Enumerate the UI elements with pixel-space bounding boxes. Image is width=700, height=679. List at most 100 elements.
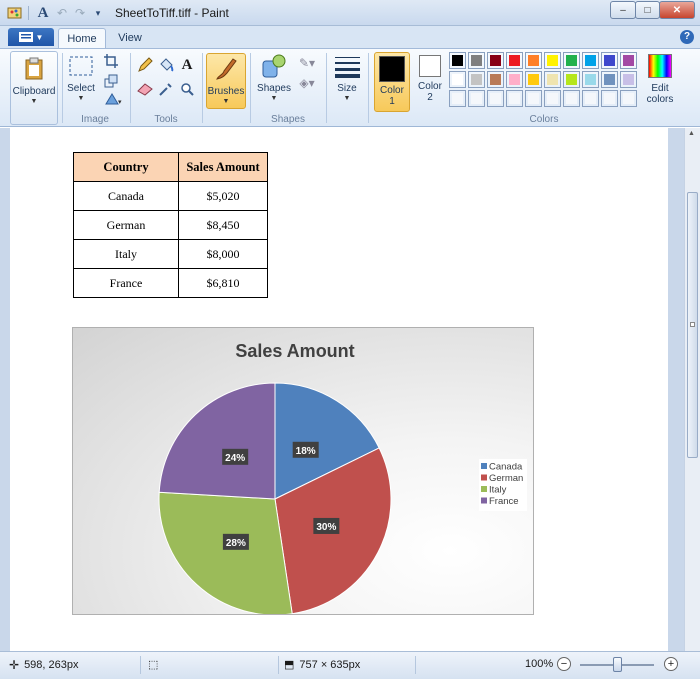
palette-swatch-empty[interactable] xyxy=(506,90,523,107)
chevron-down-icon: ▼ xyxy=(270,95,278,102)
pie-chart-svg: Sales Amount 18% 30% 28% 24% CanadaGermanIt… xyxy=(158,341,527,616)
fill-bucket-icon[interactable] xyxy=(157,57,175,73)
customize-quick-access-icon[interactable]: ▾ xyxy=(92,4,104,22)
palette-swatch[interactable] xyxy=(468,52,485,69)
palette-swatch[interactable] xyxy=(506,52,523,69)
palette-swatch-empty[interactable] xyxy=(449,90,466,107)
color-picker-icon[interactable] xyxy=(157,81,175,97)
clipboard-button[interactable]: Clipboard ▼ xyxy=(10,51,58,125)
outline-icon[interactable]: ✎▾ xyxy=(296,55,318,71)
palette-swatch-empty[interactable] xyxy=(563,90,580,107)
fill-icon[interactable]: ◈▾ xyxy=(296,75,318,91)
selection-size-icon: ⬚ xyxy=(148,659,159,671)
color1-label: Color xyxy=(380,85,404,96)
palette-swatch[interactable] xyxy=(525,71,542,88)
crop-icon[interactable] xyxy=(102,53,120,69)
pie-data-label: 18% xyxy=(292,441,319,458)
chart-title: Sales Amount xyxy=(235,341,354,361)
brushes-button[interactable]: Brushes ▼ xyxy=(206,53,246,109)
close-button[interactable]: ✕ xyxy=(659,1,695,19)
pie-data-label-text: 24% xyxy=(225,453,245,464)
scroll-up-icon[interactable]: ▲ xyxy=(688,130,695,137)
cursor-position-icon: ✛ xyxy=(9,658,20,672)
pie-slice-france xyxy=(158,382,276,500)
color2-swatch xyxy=(419,55,441,77)
eraser-icon[interactable] xyxy=(136,81,154,97)
palette-swatch[interactable] xyxy=(449,52,466,69)
brush-icon xyxy=(213,56,239,82)
shapes-icon xyxy=(261,53,287,79)
palette-swatch[interactable] xyxy=(601,71,618,88)
palette-swatch[interactable] xyxy=(563,71,580,88)
sales-table: Country Sales Amount Canada $5,020 German… xyxy=(73,152,268,298)
redo-icon[interactable]: ↷ xyxy=(72,4,88,22)
magnifier-icon[interactable] xyxy=(178,81,196,97)
pencil-icon[interactable] xyxy=(136,57,154,73)
palette-swatch[interactable] xyxy=(544,71,561,88)
palette-swatch[interactable] xyxy=(525,52,542,69)
legend-swatch xyxy=(481,497,487,504)
palette-swatch-empty[interactable] xyxy=(468,90,485,107)
pie-data-label: 28% xyxy=(222,533,249,550)
status-divider xyxy=(140,656,141,674)
undo-icon[interactable]: ↶ xyxy=(54,4,70,22)
palette-swatch[interactable] xyxy=(506,71,523,88)
tab-view[interactable]: View xyxy=(110,28,150,48)
shapes-button[interactable]: Shapes ▼ xyxy=(254,53,294,102)
palette-swatch-empty[interactable] xyxy=(487,90,504,107)
palette-swatch[interactable] xyxy=(563,52,580,69)
vertical-scrollbar[interactable]: ▲ xyxy=(684,128,700,651)
rotate-icon[interactable]: ▾ xyxy=(102,91,126,107)
ribbon-tab-bar: ▼ Home View ? xyxy=(0,26,700,48)
palette-swatch[interactable] xyxy=(544,52,561,69)
table-cell: $8,000 xyxy=(178,239,268,269)
menu-icon xyxy=(18,32,33,42)
quick-access-divider xyxy=(28,6,29,20)
cursor-position-value: 598, 263px xyxy=(24,659,79,671)
group-divider xyxy=(368,53,369,123)
paint-menu-button[interactable]: ▼ xyxy=(8,28,54,46)
pie-data-label: 30% xyxy=(313,517,340,534)
line-size-icon xyxy=(334,53,360,79)
palette-swatch-empty[interactable] xyxy=(620,90,637,107)
select-button[interactable]: Select ▼ xyxy=(64,53,98,102)
palette-swatch-empty[interactable] xyxy=(601,90,618,107)
palette-swatch[interactable] xyxy=(449,71,466,88)
select-icon xyxy=(68,53,94,79)
color2-button[interactable]: Color 2 xyxy=(414,55,446,103)
pie-data-label-text: 30% xyxy=(316,522,336,533)
status-divider xyxy=(415,656,416,674)
palette-swatch-empty[interactable] xyxy=(582,90,599,107)
cursor-position: ✛ 598, 263px xyxy=(9,658,79,672)
svg-text:▾: ▾ xyxy=(118,99,122,106)
palette-swatch[interactable] xyxy=(487,52,504,69)
legend-label: Canada xyxy=(489,462,523,473)
brushes-label: Brushes xyxy=(207,86,245,97)
text-a-icon[interactable]: A xyxy=(36,4,50,22)
maximize-button[interactable]: □ xyxy=(635,1,660,19)
chevron-down-icon: ▼ xyxy=(77,95,85,102)
palette-swatch[interactable] xyxy=(601,52,618,69)
palette-swatch[interactable] xyxy=(487,71,504,88)
palette-swatch-empty[interactable] xyxy=(525,90,542,107)
resize-icon[interactable] xyxy=(102,73,120,89)
minimize-button[interactable]: – xyxy=(610,1,636,19)
edit-colors-button[interactable]: Edit colors xyxy=(642,53,678,105)
color1-button[interactable]: Color 1 xyxy=(374,52,410,112)
palette-swatch[interactable] xyxy=(582,52,599,69)
legend-label: Italy xyxy=(489,485,507,496)
zoom-out-icon[interactable]: − xyxy=(557,657,571,671)
zoom-in-icon[interactable]: + xyxy=(664,657,678,671)
palette-swatch-empty[interactable] xyxy=(544,90,561,107)
palette-swatch[interactable] xyxy=(582,71,599,88)
palette-swatch[interactable] xyxy=(620,71,637,88)
resize-handle-right[interactable] xyxy=(690,322,695,327)
palette-swatch[interactable] xyxy=(620,52,637,69)
paint-app-icon[interactable] xyxy=(6,4,24,22)
tab-home[interactable]: Home xyxy=(58,28,106,48)
text-tool-icon[interactable]: A xyxy=(178,57,196,73)
size-button[interactable]: Size ▼ xyxy=(330,53,364,102)
palette-swatch[interactable] xyxy=(468,71,485,88)
help-icon[interactable]: ? xyxy=(680,30,694,44)
zoom-slider-thumb[interactable] xyxy=(613,657,622,672)
